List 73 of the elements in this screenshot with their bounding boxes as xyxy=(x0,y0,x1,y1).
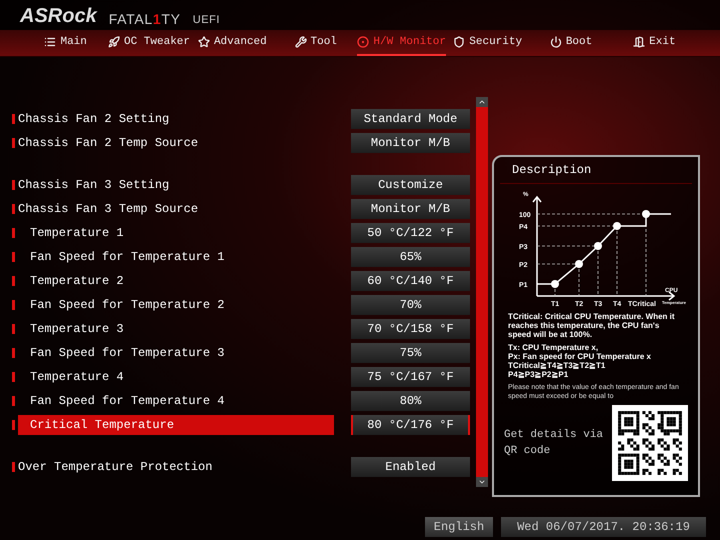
menu-tab[interactable]: H/W Monitor xyxy=(357,30,446,56)
row-marker xyxy=(12,228,15,238)
setting-label[interactable]: Chassis Fan 3 Setting xyxy=(18,175,334,195)
setting-value[interactable]: 50 °C/122 °F xyxy=(351,223,470,243)
setting-label[interactable]: Chassis Fan 3 Temp Source xyxy=(18,199,334,219)
rocket-icon xyxy=(108,36,120,48)
setting-value[interactable]: 80 °C/176 °F xyxy=(351,415,470,435)
panel-title: Description xyxy=(500,161,692,184)
setting-value[interactable]: 75% xyxy=(351,343,470,363)
scrollbar-thumb[interactable] xyxy=(476,107,488,477)
language-button[interactable]: English xyxy=(425,517,493,537)
chevron-up-icon xyxy=(478,98,486,106)
menu-tab[interactable]: Tool xyxy=(274,30,358,56)
row-marker xyxy=(12,180,15,190)
menu-tab[interactable]: Advanced xyxy=(190,30,274,56)
setting-label[interactable]: Fan Speed for Temperature 1 xyxy=(18,247,334,267)
setting-value[interactable]: Monitor M/B xyxy=(351,199,470,219)
datetime-display: Wed 06/07/2017. 20:36:19 xyxy=(501,517,706,537)
brand-logo: ASRock xyxy=(20,6,97,26)
row-marker xyxy=(12,348,15,358)
setting-label[interactable]: Fan Speed for Temperature 3 xyxy=(18,343,334,363)
setting-label[interactable]: Chassis Fan 2 Setting xyxy=(18,109,334,129)
qr-caption: Get details via QR code xyxy=(504,428,604,459)
menu-tab[interactable]: Security xyxy=(446,30,530,56)
setting-value[interactable]: 70 °C/158 °F xyxy=(351,319,470,339)
setting-label[interactable]: Fan Speed for Temperature 2 xyxy=(18,295,334,315)
uefi-label: UEFI xyxy=(192,15,220,26)
row-marker xyxy=(12,276,15,286)
row-marker xyxy=(12,462,15,472)
setting-value[interactable]: Enabled xyxy=(351,457,470,477)
wrench-icon xyxy=(294,36,306,48)
setting-label[interactable]: Critical Temperature xyxy=(18,415,334,435)
setting-value[interactable]: 75 °C/167 °F xyxy=(351,367,470,387)
menu-tab[interactable]: Exit xyxy=(612,30,696,56)
row-marker xyxy=(12,324,15,334)
list-icon xyxy=(44,36,56,48)
setting-label[interactable]: Temperature 4 xyxy=(18,367,334,387)
setting-value[interactable]: Monitor M/B xyxy=(351,133,470,153)
row-marker xyxy=(12,396,15,406)
qr-code-icon xyxy=(612,405,688,481)
scroll-up-button[interactable] xyxy=(476,97,488,107)
setting-value[interactable]: 60 °C/140 °F xyxy=(351,271,470,291)
description-text: TCritical: Critical CPU Temperature. When it reaches this temperature, the CPU fan's speed will be at 100%. xyxy=(508,312,676,339)
setting-label[interactable]: Temperature 2 xyxy=(18,271,334,291)
product-logo: FATAL1TY xyxy=(108,12,181,26)
menu-tab[interactable]: Boot xyxy=(529,30,613,56)
setting-value[interactable]: Customize xyxy=(351,175,470,195)
door-icon xyxy=(633,36,646,48)
circle-icon xyxy=(357,36,370,48)
setting-label[interactable]: Fan Speed for Temperature 4 xyxy=(18,391,334,411)
shield-icon xyxy=(453,36,466,48)
scroll-down-button[interactable] xyxy=(476,477,488,487)
setting-value[interactable]: 65% xyxy=(351,247,470,267)
setting-label[interactable]: Temperature 3 xyxy=(18,319,334,339)
row-marker xyxy=(12,204,15,214)
star-icon xyxy=(198,36,210,48)
row-marker xyxy=(12,300,15,310)
row-marker xyxy=(12,138,15,148)
setting-value[interactable]: 70% xyxy=(351,295,470,315)
row-marker xyxy=(12,420,15,430)
setting-label[interactable]: Over Temperature Protection xyxy=(18,457,334,477)
setting-value[interactable]: 80% xyxy=(351,391,470,411)
chevron-down-icon xyxy=(478,478,486,486)
row-marker xyxy=(12,252,15,262)
menu-tab[interactable]: Main xyxy=(24,30,108,56)
row-marker xyxy=(12,114,15,124)
row-marker xyxy=(12,372,15,382)
setting-label[interactable]: Temperature 1 xyxy=(18,223,334,243)
setting-label[interactable]: Chassis Fan 2 Temp Source xyxy=(18,133,334,153)
description-text: Tx: CPU Temperature x, Px: Fan speed for CPU Temperature x TCritical≧T4≧T3≧T2≧T1 P4≧P3≧P2≧P1 xyxy=(508,343,652,379)
menu-tab[interactable]: OC Tweaker xyxy=(107,30,191,56)
power-icon xyxy=(550,36,562,48)
setting-value[interactable]: Standard Mode xyxy=(351,109,470,129)
